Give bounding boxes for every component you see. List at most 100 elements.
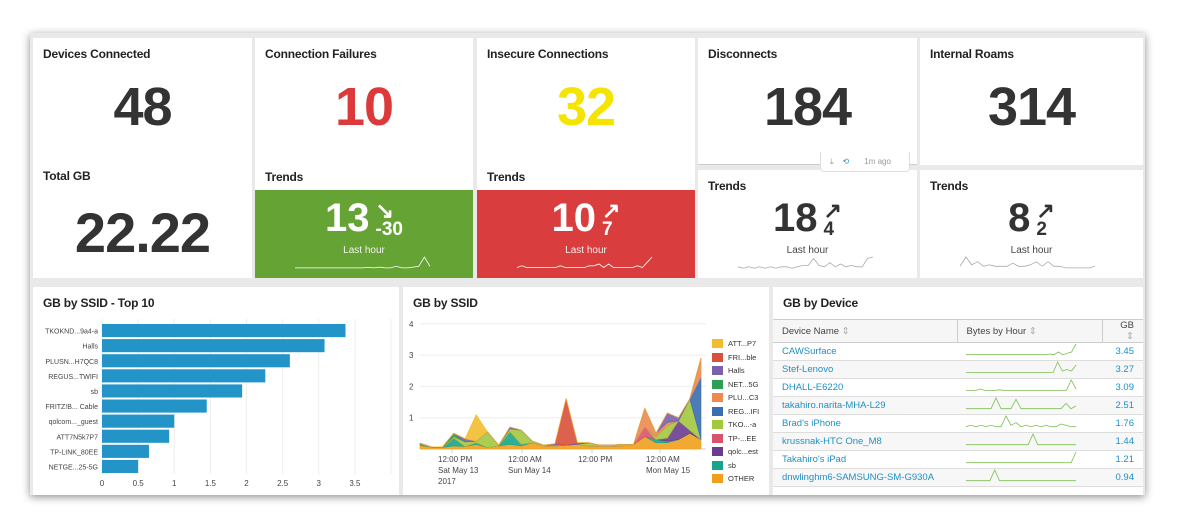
legend-item[interactable]: qolc...est (712, 445, 759, 459)
bar[interactable] (102, 354, 290, 368)
legend-label: PLU...C3 (728, 393, 759, 403)
y-tick-label: 3 (409, 351, 414, 360)
legend-swatch (712, 406, 723, 416)
bar[interactable] (102, 399, 207, 413)
trend-title: Trends (265, 170, 304, 184)
sort-icon: ⇕ (1126, 331, 1134, 342)
device-name-link[interactable]: Brad's iPhone (773, 414, 957, 433)
kpi-panel-devices-connected: Devices Connected 48 (33, 38, 252, 160)
kpi-title: Insecure Connections (487, 47, 609, 61)
column-header-gb[interactable]: GB ⇕ (1102, 319, 1143, 343)
kpi-panel-connection-failures: Connection Failures 10 (255, 38, 473, 165)
gb-by-ssid-panel: GB by SSID 1 2 3 4 12:00 PM Sat May 13 2017 12:… (403, 287, 769, 495)
trend-value: 10 (551, 196, 597, 240)
device-name-link[interactable]: CAWSurface (773, 342, 957, 361)
bytes-sparkline-cell (957, 468, 1102, 487)
table-row[interactable]: CAWSurface 3.45 (773, 342, 1143, 361)
x-tick-label: 12:00 AM (646, 455, 680, 464)
table-row[interactable]: DHALL-E6220 3.09 (773, 378, 1143, 397)
device-name-link[interactable]: krussnak-HTC One_M8 (773, 432, 957, 451)
legend-item[interactable]: OTHER (712, 472, 759, 486)
bytes-sparkline (965, 415, 1076, 428)
gb-by-device-panel: GB by Device Device Name ⇕ Bytes by Hour… (773, 287, 1143, 495)
x-tick-label: 3 (317, 479, 322, 488)
legend-swatch (712, 460, 723, 470)
bar[interactable] (102, 369, 266, 383)
x-tick-label: 2 (244, 479, 249, 488)
legend-item[interactable]: Halls (712, 364, 759, 378)
device-name-link[interactable]: DHALL-E6220 (773, 378, 957, 397)
bytes-sparkline (966, 433, 1076, 446)
trend-value: 18 (773, 196, 818, 240)
trend-box: 8 ↗ 2 Last hour (920, 190, 1143, 278)
legend-item[interactable]: PLU...C3 (712, 391, 759, 405)
legend-label: NET...5G (728, 379, 759, 389)
category-label: NETGE...25-5G (49, 464, 98, 471)
table-row[interactable]: Stef-Lenovo 3.27 (773, 360, 1143, 379)
trend-label: Last hour (1010, 245, 1053, 256)
legend-item[interactable]: NET...5G (712, 378, 759, 392)
table-row[interactable]: Brad's iPhone 1.76 (773, 414, 1143, 433)
x-tick-label: 12:00 PM (578, 455, 613, 464)
bar-chart: TKOKND...9a4-a Halls PLUSN...H7QC8 REGUS...… (45, 319, 392, 488)
table-row[interactable]: krussnak-HTC One_M8 1.44 (773, 432, 1143, 451)
bytes-sparkline (966, 379, 1077, 391)
trend-delta: 7 (602, 219, 613, 240)
x-tick-label: Sat May 13 (438, 466, 479, 475)
trend-box: 10 ↗ 7 Last hour (477, 190, 695, 278)
bar[interactable] (102, 459, 139, 473)
trend-label: Last hour (343, 245, 385, 256)
x-tick-label: 2.5 (277, 479, 289, 488)
column-header-bytes-by-hour[interactable]: Bytes by Hour ⇕ (957, 319, 1103, 343)
bar[interactable] (102, 429, 170, 443)
gb-value: 2.51 (1102, 396, 1143, 415)
bytes-sparkline (966, 451, 1077, 464)
y-tick-label: 2 (409, 382, 414, 391)
legend-item[interactable]: REG...IFI (712, 405, 759, 419)
table-row[interactable]: Takahiro's iPad 1.21 (773, 450, 1143, 469)
legend-item[interactable]: FRI...ble (712, 351, 759, 365)
legend-item[interactable]: TP-...EE (712, 432, 759, 446)
category-label: sb (91, 389, 99, 396)
bar[interactable] (102, 339, 325, 353)
total-gb-title: Total GB (43, 169, 91, 183)
table-row[interactable]: dnwlinghm6-SAMSUNG-SM-G930A 0.94 (773, 468, 1143, 487)
x-tick-label: 12:00 PM (438, 455, 473, 464)
x-tick-label: 1 (172, 479, 177, 488)
sort-icon: ⇕ (841, 325, 850, 337)
device-name-link[interactable]: Stef-Lenovo (773, 360, 957, 379)
kpi-title: Devices Connected (43, 47, 151, 61)
bytes-sparkline-cell (957, 432, 1102, 451)
legend-item[interactable]: ATT...P7 (712, 337, 759, 351)
table-row[interactable]: takahiro.narita-MHA-L29 2.51 (773, 396, 1143, 415)
last-updated: 1m ago (864, 157, 891, 166)
bytes-sparkline (966, 361, 1077, 373)
bar[interactable] (102, 324, 346, 338)
x-tick-label: 3.5 (349, 479, 361, 488)
device-name-link[interactable]: takahiro.narita-MHA-L29 (773, 396, 957, 415)
trend-sparkline (295, 256, 431, 269)
download-icon[interactable]: ⤓ (830, 157, 834, 167)
device-name-link[interactable]: Takahiro's iPad (773, 450, 957, 469)
refresh-icon[interactable]: ⟲ (843, 157, 850, 166)
legend-swatch (712, 393, 723, 403)
trend-panel: Trends 10 ↗ 7 Last hour (477, 165, 695, 278)
bytes-sparkline (966, 469, 1076, 482)
legend-label: OTHER (728, 474, 755, 484)
legend-swatch (712, 420, 723, 430)
column-header-device-name[interactable]: Device Name ⇕ (773, 319, 958, 343)
x-tick-label: 1.5 (205, 479, 217, 488)
bar[interactable] (102, 414, 175, 428)
legend-swatch (712, 366, 723, 376)
bytes-sparkline (966, 397, 1077, 410)
kpi-title: Connection Failures (265, 47, 377, 61)
bar[interactable] (102, 384, 243, 398)
legend-item[interactable]: sb (712, 459, 759, 473)
legend-swatch (712, 433, 723, 443)
gb-value: 3.45 (1102, 342, 1143, 361)
trend-sparkline (738, 256, 874, 269)
bar[interactable] (102, 444, 149, 458)
device-name-link[interactable]: dnwlinghm6-SAMSUNG-SM-G930A (773, 468, 957, 487)
panel-toolbar: ⤓ ⟲ 1m ago (820, 152, 910, 172)
legend-item[interactable]: TKO...-a (712, 418, 759, 432)
